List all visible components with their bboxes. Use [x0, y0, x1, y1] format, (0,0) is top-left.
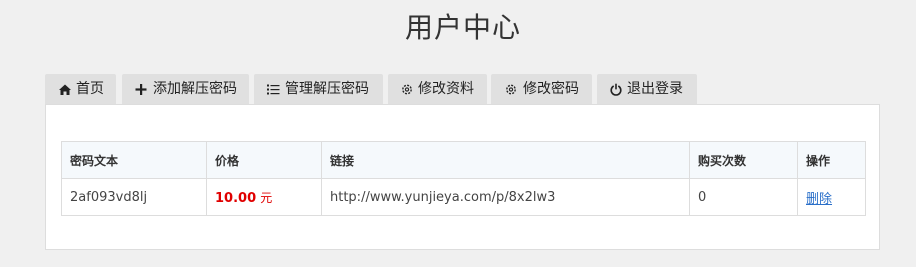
tab-add-password[interactable]: 添加解压密码 [122, 74, 249, 105]
password-text-cell: 2af093vd8lj [61, 178, 207, 216]
column-header-password-text: 密码文本 [61, 141, 207, 179]
tab-logout-label: 退出登录 [627, 81, 683, 97]
tab-edit-profile-label: 修改资料 [418, 81, 474, 97]
plus-icon [135, 74, 147, 105]
tab-add-password-label: 添加解压密码 [153, 81, 237, 97]
delete-link[interactable]: 删除 [806, 192, 832, 207]
list-icon [267, 74, 280, 105]
action-cell: 删除 [797, 178, 866, 216]
password-table: 密码文本 价格 链接 购买次数 操作 2af093vd8lj 10.00 元 h… [61, 141, 866, 216]
gear-icon [401, 74, 413, 105]
tab-change-password[interactable]: 修改密码 [491, 74, 592, 105]
tab-home-label: 首页 [76, 81, 104, 97]
price-cell: 10.00 元 [206, 178, 322, 216]
tab-edit-profile[interactable]: 修改资料 [388, 74, 487, 105]
power-icon [610, 74, 622, 105]
column-header-action: 操作 [797, 141, 866, 179]
column-header-price: 价格 [206, 141, 322, 179]
tab-manage-password-label: 管理解压密码 [285, 81, 369, 97]
price-unit: 元 [260, 190, 273, 205]
table-header-row: 密码文本 价格 链接 购买次数 操作 [61, 141, 866, 179]
tab-home[interactable]: 首页 [45, 74, 116, 105]
price-value: 10.00 [215, 190, 257, 206]
content-panel: 密码文本 价格 链接 购买次数 操作 2af093vd8lj 10.00 元 h… [45, 104, 880, 250]
link-cell: http://www.yunjieya.com/p/8x2lw3 [321, 178, 690, 216]
page-title: 用户中心 [404, 11, 521, 44]
tab-manage-password[interactable]: 管理解压密码 [254, 74, 383, 105]
home-icon [58, 74, 72, 105]
column-header-link: 链接 [321, 141, 690, 179]
tab-logout[interactable]: 退出登录 [597, 74, 697, 105]
table-row: 2af093vd8lj 10.00 元 http://www.yunjieya.… [61, 178, 866, 216]
column-header-purchase-count: 购买次数 [689, 141, 798, 179]
tab-change-password-label: 修改密码 [523, 81, 579, 97]
gear-icon [505, 74, 517, 105]
purchase-count-cell: 0 [689, 178, 798, 216]
